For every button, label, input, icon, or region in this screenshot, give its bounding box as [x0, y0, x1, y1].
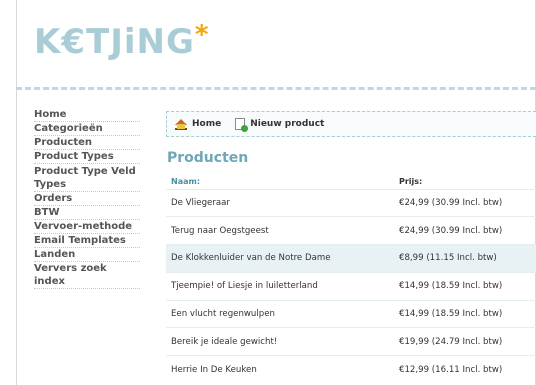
product-price: €12,99 (16.11 Incl. btw) [394, 355, 536, 384]
table-row[interactable]: Herrie In De Keuken €12,99 (16.11 Incl. … [166, 355, 536, 384]
product-price: €24,99 (30.99 Incl. btw) [394, 216, 536, 245]
product-price: €14,99 (18.59 Incl. btw) [394, 299, 536, 328]
product-price: €8,99 (11.15 Incl. btw) [394, 244, 536, 273]
header-divider [16, 87, 536, 90]
sidebar-item-vervoer-methode[interactable]: Vervoer-methode [34, 220, 140, 234]
new-product-label: Nieuw product [250, 119, 325, 129]
table-row[interactable]: De Vliegeraar €24,99 (30.99 Incl. btw) [166, 188, 536, 217]
table-row[interactable]: Terug naar Oegstgeest €24,99 (30.99 Incl… [166, 216, 536, 245]
sidebar-item-home[interactable]: Home [34, 108, 140, 122]
product-name: Tjeempie! of Liesje in luiletterland [166, 271, 394, 301]
sidebar-item-ververs-zoek-index[interactable]: Ververs zoek index [34, 262, 140, 289]
new-product-button[interactable]: Nieuw product [235, 118, 325, 132]
breadcrumb-home-label: Home [192, 119, 222, 129]
breadcrumb-home[interactable]: Home [175, 118, 222, 130]
page-title: Producten [167, 150, 249, 166]
column-header-name[interactable]: Naam: [166, 175, 394, 189]
product-price: €19,99 (24.79 Incl. btw) [394, 327, 536, 356]
column-header-price[interactable]: Prijs: [394, 175, 536, 189]
breadcrumb: Home Nieuw product [166, 111, 536, 137]
logo-text: K€TJiNG [34, 22, 195, 62]
sidebar-item-producten[interactable]: Producten [34, 136, 140, 150]
product-name: De Klokkenluider van de Notre Dame [166, 244, 394, 273]
logo[interactable]: K€TJiNG* [34, 20, 210, 62]
product-name: De Vliegeraar [166, 188, 394, 217]
product-price: €24,99 (30.99 Incl. btw) [394, 188, 536, 217]
sidebar-item-product-type-veld-types[interactable]: Product Type Veld Types [34, 164, 140, 192]
table-header-row: Naam: Prijs: [166, 175, 536, 189]
sidebar-item-categorieen[interactable]: Categorieën [34, 122, 140, 136]
sidebar-item-orders[interactable]: Orders [34, 192, 140, 206]
sidebar-item-product-types[interactable]: Product Types [34, 150, 140, 164]
table-row[interactable]: Een vlucht regenwulpen €14,99 (18.59 Inc… [166, 299, 536, 328]
product-price: €14,99 (18.59 Incl. btw) [394, 271, 536, 301]
sidebar-item-landen[interactable]: Landen [34, 248, 140, 262]
sidebar-item-btw[interactable]: BTW [34, 206, 140, 220]
product-name: Bereik je ideale gewicht! [166, 327, 394, 356]
table-row[interactable]: De Klokkenluider van de Notre Dame €8,99… [166, 244, 536, 273]
product-name: Terug naar Oegstgeest [166, 216, 394, 245]
sidebar-item-email-templates[interactable]: Email Templates [34, 234, 140, 248]
products-table: Naam: Prijs: De Vliegeraar €24,99 (30.99… [166, 175, 536, 384]
table-row[interactable]: Tjeempie! of Liesje in luiletterland €14… [166, 271, 536, 301]
logo-star: * [194, 20, 210, 50]
home-icon [175, 118, 187, 130]
add-document-icon [235, 118, 249, 132]
table-row[interactable]: Bereik je ideale gewicht! €19,99 (24.79 … [166, 327, 536, 356]
product-name: Een vlucht regenwulpen [166, 299, 394, 328]
product-name: Herrie In De Keuken [166, 355, 394, 384]
sidebar-nav: Home Categorieën Producten Product Types… [34, 108, 140, 289]
